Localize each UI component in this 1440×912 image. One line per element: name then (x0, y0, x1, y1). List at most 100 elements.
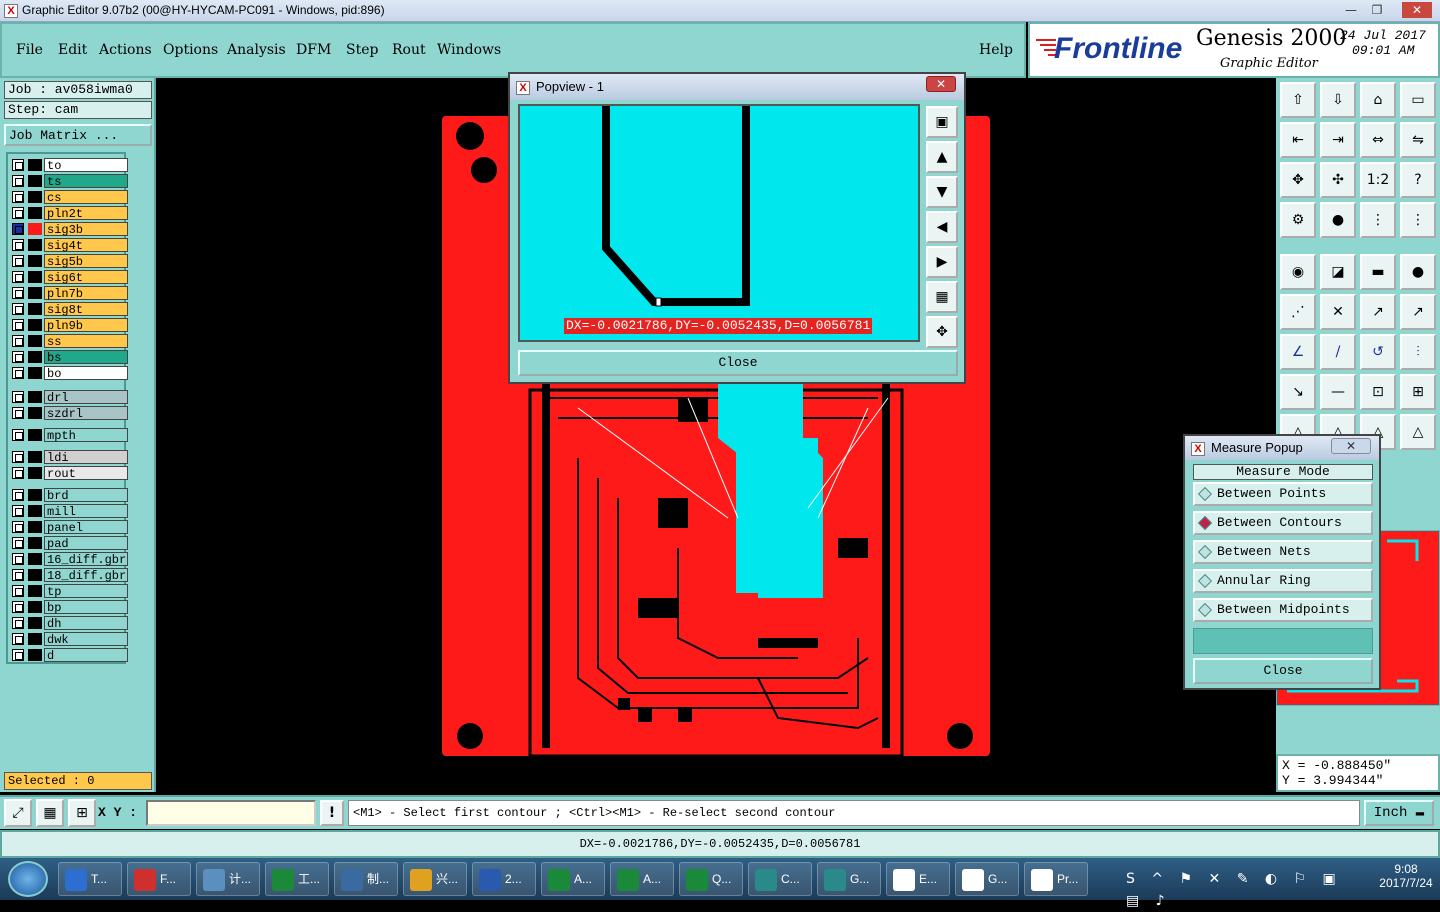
layer-name[interactable]: tp (44, 584, 128, 599)
taskbar-item[interactable]: C... (748, 862, 812, 896)
window-layout-icon[interactable]: ▭ (1400, 82, 1436, 118)
polygon-icon[interactable]: ◪ (1320, 254, 1356, 290)
tool-settings-icon[interactable]: ⚙ (1280, 202, 1316, 238)
layer-checkbox[interactable] (12, 351, 24, 363)
layer-row[interactable]: pln2t (12, 206, 128, 221)
layer-checkbox[interactable] (12, 407, 24, 419)
taskbar-item[interactable]: Q... (679, 862, 743, 896)
layer-color-swatch[interactable] (28, 429, 42, 441)
layer-name[interactable]: drl (44, 390, 128, 405)
net-blue-icon[interactable]: ⋮ (1400, 202, 1436, 238)
layer-color-swatch[interactable] (28, 391, 42, 403)
layer-name[interactable]: brd (44, 488, 128, 503)
layer-checkbox[interactable] (12, 521, 24, 533)
layer-checkbox[interactable] (12, 601, 24, 613)
menu-edit[interactable]: Edit (58, 42, 87, 58)
layer-name[interactable]: sig8t (44, 302, 128, 317)
mirror-icon[interactable]: ⇔ (1360, 122, 1396, 158)
layer-checkbox[interactable] (12, 287, 24, 299)
layer-checkbox[interactable] (12, 569, 24, 581)
layer-checkbox[interactable] (12, 223, 24, 235)
redo-icon[interactable]: ⇥ (1320, 122, 1356, 158)
layer-checkbox[interactable] (12, 207, 24, 219)
layer-checkbox[interactable] (12, 633, 24, 645)
layer-checkbox[interactable] (12, 391, 24, 403)
layer-name[interactable]: dh (44, 616, 128, 631)
pan-up-icon[interactable]: ▲ (926, 141, 958, 173)
layer-row[interactable]: sig5b (12, 254, 128, 269)
layer-checkbox[interactable] (12, 191, 24, 203)
measure-option[interactable]: Between Midpoints (1193, 598, 1373, 622)
layer-row[interactable]: sig3b (12, 222, 128, 237)
popview-close-icon[interactable]: ✕ (926, 76, 956, 92)
layer-checkbox[interactable] (12, 239, 24, 251)
zoom-fit-icon[interactable]: ✥ (1280, 162, 1316, 198)
layer-name[interactable]: bp (44, 600, 128, 615)
layer-checkbox[interactable] (12, 451, 24, 463)
layer-name[interactable]: pln2t (44, 206, 128, 221)
home-icon[interactable]: ⌂ (1360, 82, 1396, 118)
alert-icon[interactable]: ! (320, 800, 344, 826)
layer-color-swatch[interactable] (28, 223, 42, 235)
layer-color-swatch[interactable] (28, 271, 42, 283)
layer-name[interactable]: panel (44, 520, 128, 535)
layer-color-swatch[interactable] (28, 467, 42, 479)
layer-name[interactable]: sig5b (44, 254, 128, 269)
layer-row[interactable]: panel (12, 520, 128, 535)
taskbar-item[interactable]: 计... (196, 862, 260, 896)
zoom-home-icon[interactable]: ✥ (926, 316, 958, 348)
layer-name[interactable]: ss (44, 334, 128, 349)
taskbar-item[interactable]: A... (610, 862, 674, 896)
taskbar-item[interactable]: 制... (334, 862, 398, 896)
pan-left-icon[interactable]: ◀ (926, 211, 958, 243)
layer-color-swatch[interactable] (28, 569, 42, 581)
layer-color-swatch[interactable] (28, 585, 42, 597)
layer-checkbox[interactable] (12, 367, 24, 379)
close-icon[interactable]: ✕ (1402, 2, 1432, 18)
taskbar-item[interactable]: 2... (472, 862, 536, 896)
snap-icon[interactable]: ⤢ (4, 799, 32, 827)
layer-checkbox[interactable] (12, 175, 24, 187)
layer-name[interactable]: 16_diff.gbr (44, 552, 128, 567)
cross-point-icon[interactable]: ✕ (1320, 294, 1356, 330)
layer-color-swatch[interactable] (28, 521, 42, 533)
layer-name[interactable]: pln9b (44, 318, 128, 333)
open-job-icon[interactable]: ⇧ (1280, 82, 1316, 118)
layer-color-swatch[interactable] (28, 649, 42, 661)
xy-input[interactable] (146, 800, 316, 826)
layer-row[interactable]: bs (12, 350, 128, 365)
menu-windows[interactable]: Windows (437, 42, 501, 58)
layer-name[interactable]: ts (44, 174, 128, 189)
layer-row[interactable]: ldi (12, 450, 128, 465)
units-dropdown[interactable]: Inch ▬ (1364, 800, 1434, 826)
layer-name[interactable]: dwk (44, 632, 128, 647)
grid-snap-icon[interactable]: ▦ (36, 799, 64, 827)
layer-color-swatch[interactable] (28, 319, 42, 331)
layer-row[interactable]: ts (12, 174, 128, 189)
layer-color-swatch[interactable] (28, 537, 42, 549)
ratio-icon[interactable]: 1:2 (1360, 162, 1396, 198)
layer-color-swatch[interactable] (28, 553, 42, 565)
minimize-icon[interactable]: — (1338, 2, 1364, 18)
layer-checkbox[interactable] (12, 303, 24, 315)
taskbar-item[interactable]: 工... (265, 862, 329, 896)
layer-name[interactable]: cs (44, 190, 128, 205)
measure-close-icon[interactable]: ✕ (1331, 438, 1371, 454)
taskbar-item[interactable]: F... (127, 862, 191, 896)
layer-name[interactable]: mpth (44, 428, 128, 443)
layer-row[interactable]: d (12, 648, 128, 663)
layer-checkbox[interactable] (12, 489, 24, 501)
save-icon[interactable]: ⇩ (1320, 82, 1356, 118)
pad-select-icon[interactable]: ◉ (1280, 254, 1316, 290)
menu-rout[interactable]: Rout (392, 42, 426, 58)
layer-name[interactable]: mill (44, 504, 128, 519)
layer-color-swatch[interactable] (28, 191, 42, 203)
layer-row[interactable]: 16_diff.gbr (12, 552, 128, 567)
layer-name[interactable]: pln7b (44, 286, 128, 301)
layer-row[interactable]: brd (12, 488, 128, 503)
layer-checkbox[interactable] (12, 505, 24, 517)
popview-close-button[interactable]: Close (518, 350, 958, 376)
taskbar-item[interactable]: A... (541, 862, 605, 896)
layer-row[interactable]: szdrl (12, 406, 128, 421)
measure-option[interactable]: Between Nets (1193, 540, 1373, 564)
